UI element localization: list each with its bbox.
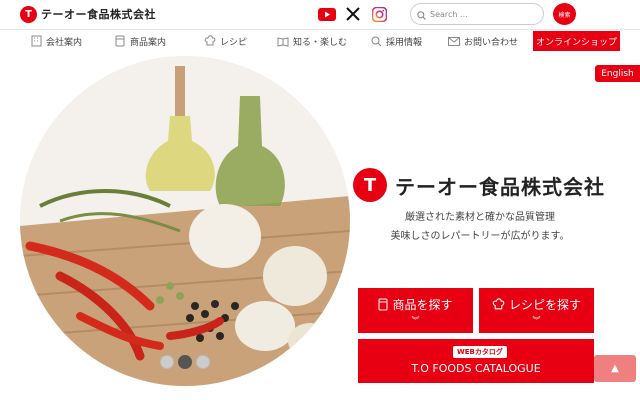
slider-dot-active[interactable] <box>178 355 192 369</box>
product-icon <box>114 35 126 47</box>
mail-icon <box>448 35 460 47</box>
search-box <box>410 3 544 25</box>
building-icon <box>30 35 42 47</box>
main-nav: 会社案内 商品案内 レシピ 知る・楽しむ 採用情報 お問い合わせ オンラインショ… <box>0 29 640 51</box>
find-products-label: 商品を探す <box>392 297 453 312</box>
nav-item-contact[interactable]: お問い合わせ <box>448 33 518 49</box>
brand-logo: T テーオー食品株式会社 <box>353 168 605 202</box>
find-products-button[interactable]: 商品を探す ︾ <box>358 288 473 333</box>
slider-dots <box>160 355 210 369</box>
brand-name: テーオー食品株式会社 <box>395 174 605 199</box>
logo-mark-icon: T <box>20 5 37 23</box>
search-input[interactable] <box>430 9 530 19</box>
x-icon[interactable] <box>345 5 361 23</box>
tagline-line-1: 厳選された素材と確かな品質管理 <box>405 212 555 223</box>
logo-text: テーオー食品株式会社 <box>41 8 156 21</box>
site-header: T テーオー食品株式会社 検索 <box>0 0 640 29</box>
catalogue-title: T.O FOODS CATALOGUE <box>411 362 541 375</box>
brand-mark-icon: T <box>353 168 387 202</box>
nav-label: レシピ <box>220 37 248 48</box>
book-icon <box>277 35 289 47</box>
nav-label: 採用情報 <box>386 37 423 48</box>
tagline-line-2: 美味しさのレパートリーが広がります。 <box>390 231 570 242</box>
product-icon <box>378 298 388 311</box>
chef-hat-icon <box>492 297 505 311</box>
youtube-icon[interactable] <box>318 5 336 23</box>
online-shop-button[interactable]: オンラインショップ <box>533 31 620 51</box>
hero-image <box>20 56 350 386</box>
nav-item-products[interactable]: 商品案内 <box>114 33 166 49</box>
site-logo[interactable]: T テーオー食品株式会社 <box>20 5 156 23</box>
catalogue-badge: WEBカタログ <box>453 346 507 358</box>
search-button[interactable]: 検索 <box>553 3 576 25</box>
chevron-down-icon: ︾ <box>532 315 541 325</box>
nav-item-learn[interactable]: 知る・楽しむ <box>277 33 347 49</box>
nav-label: お問い合わせ <box>464 37 519 48</box>
english-button[interactable]: English <box>595 65 640 82</box>
chevron-down-icon: ︾ <box>411 315 420 325</box>
nav-item-careers[interactable]: 採用情報 <box>370 33 422 49</box>
nav-item-recipes[interactable]: レシピ <box>204 33 247 49</box>
nav-label: 商品案内 <box>130 37 167 48</box>
slider-dot[interactable] <box>160 355 174 369</box>
slider-dot[interactable] <box>196 355 210 369</box>
back-to-top-button[interactable]: ▲ <box>594 355 636 382</box>
nav-item-company[interactable]: 会社案内 <box>30 33 82 49</box>
find-recipes-label: レシピを探す <box>508 297 581 312</box>
nav-label: 知る・楽しむ <box>293 37 348 48</box>
search-icon <box>417 5 426 24</box>
web-catalogue-button[interactable]: WEBカタログ T.O FOODS CATALOGUE <box>358 339 594 383</box>
instagram-icon[interactable] <box>371 5 387 23</box>
magnifier-icon <box>370 35 382 47</box>
nav-label: 会社案内 <box>46 37 83 48</box>
find-recipes-button[interactable]: レシピを探す ︾ <box>479 288 594 333</box>
chef-hat-icon <box>204 35 216 47</box>
